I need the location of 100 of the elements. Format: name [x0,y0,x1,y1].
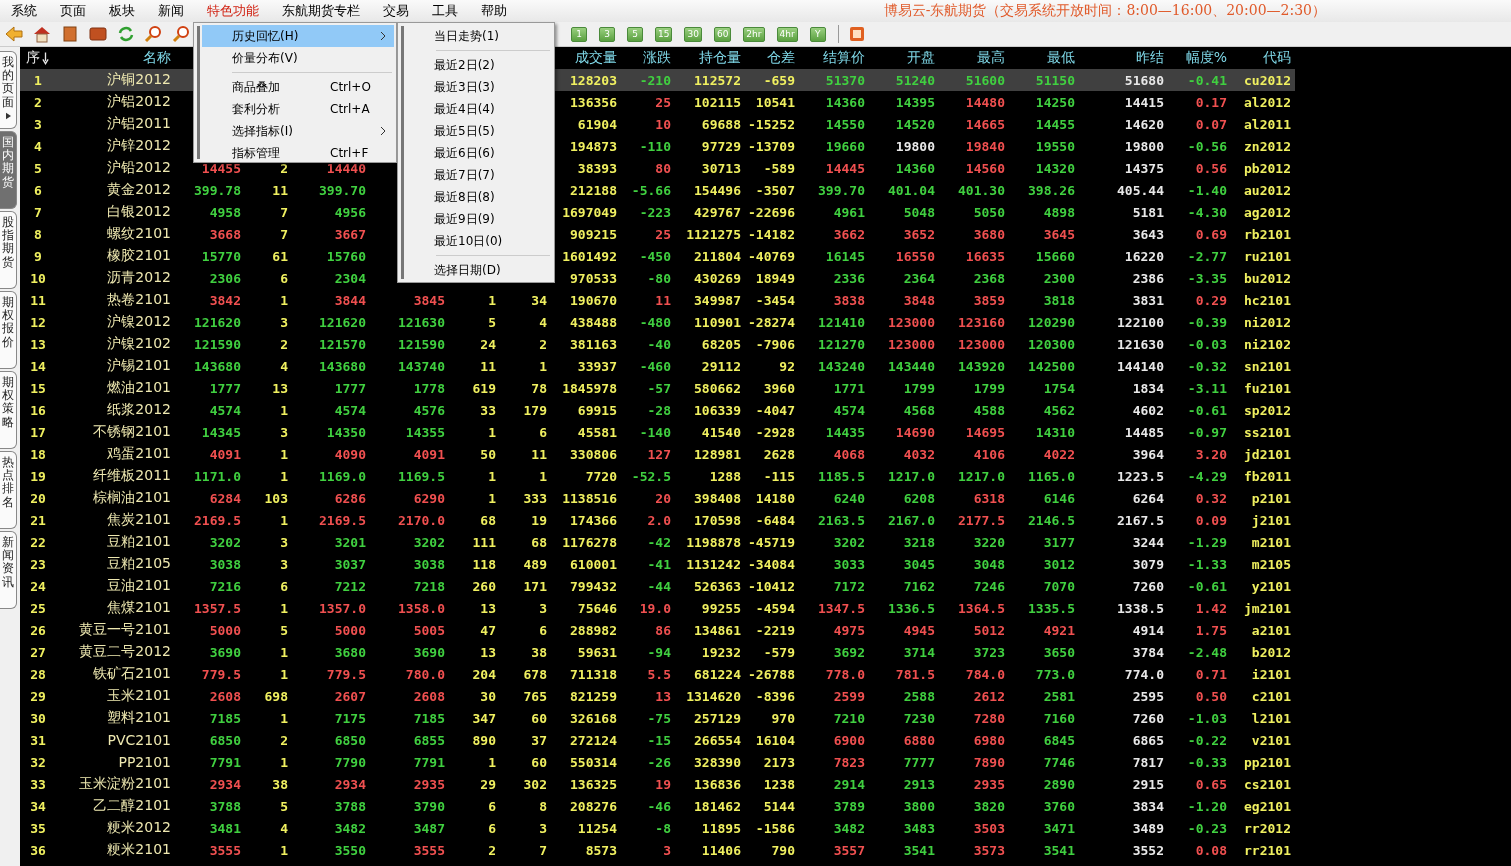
column-header[interactable]: 代码 [1263,49,1291,67]
table-cell: 4945 [903,622,935,638]
table-cell: 19232 [701,644,741,660]
table-cell: au2012 [1244,182,1291,198]
column-header[interactable]: 涨跌 [643,49,671,67]
table-cell: 燃油2101 [107,379,171,395]
table-cell: 2628 [763,446,795,462]
table-cell: 1777 [209,380,241,396]
table-cell: 4956 [334,204,366,220]
column-header[interactable]: 序 [26,49,40,67]
menu-item[interactable]: 当日走势(1) [406,25,552,47]
table-cell: 10 [655,116,671,132]
table-cell: 7216 [209,578,241,594]
table-cell: 3201 [334,534,366,550]
table-cell: fb2011 [1244,468,1291,484]
sort-down-icon [42,51,49,65]
table-cell: 3760 [1043,798,1075,814]
column-header[interactable]: 仓差 [767,49,795,67]
table-cell: 8 [539,798,547,814]
menu-item[interactable]: 商品叠加 Ctrl+O [202,76,394,98]
table-cell: 1 [488,490,496,506]
table-cell: 豆油2101 [107,577,171,593]
table-cell: 32 [30,754,46,770]
table-cell: 4091 [209,446,241,462]
table-cell: -140 [639,424,671,440]
table-cell: 3 [539,820,547,836]
table-cell: 3820 [973,798,1005,814]
menu-item[interactable]: 最近7日(7) [406,164,552,186]
menu-item[interactable]: 最近4日(4) [406,98,552,120]
zoom-in-icon[interactable] [144,25,164,43]
table-cell: 3220 [973,534,1005,550]
shortcut-label: Ctrl+A [330,102,370,116]
menu-bar-item[interactable]: 东航期货专栏 [271,2,372,20]
menu-item[interactable]: 最近5日(5) [406,120,552,142]
column-header[interactable]: 成交量 [575,49,617,67]
menu-item[interactable]: 最近6日(6) [406,142,552,164]
menu-bar-item[interactable]: 帮助 [470,2,519,20]
table-cell: 28 [30,666,46,682]
column-header[interactable]: 持仓量 [699,49,741,67]
menu-item[interactable]: 最近9日(9) [406,208,552,230]
menu-bar-item[interactable]: 板块 [98,2,147,20]
table-cell: 3244 [1132,534,1164,550]
table-cell: 3045 [903,556,935,572]
column-header[interactable]: 名称 [143,49,171,67]
column-header[interactable]: 最低 [1047,49,1075,67]
menu-item[interactable]: 最近10日(0) [406,230,552,252]
menu-bar-item[interactable]: 系统 [0,2,49,20]
table-cell: 3037 [334,556,366,572]
table-cell: 6 [280,578,288,594]
menu-bar-item[interactable]: 特色功能 [196,2,271,20]
menu-item[interactable]: 选择日期(D) [406,259,552,281]
table-cell: 3680 [973,226,1005,242]
table-cell: 11254 [577,820,617,836]
table-cell: 14180 [755,490,795,506]
menu-bar-item[interactable]: 新闻 [147,2,196,20]
table-cell: 1799 [973,380,1005,396]
table-cell: 106339 [694,402,741,418]
table-cell: 179 [523,402,547,418]
table-cell: 0.08 [1195,842,1227,858]
menu-item[interactable]: 价量分布(V) [202,47,394,69]
zoom-out-icon[interactable] [172,25,192,43]
table-cell: 2913 [903,776,935,792]
menu-item[interactable]: 最近3日(3) [406,76,552,98]
column-header[interactable]: 幅度% [1185,49,1227,67]
table-cell: 7823 [833,754,865,770]
menu-bar-item[interactable]: 交易 [372,2,421,20]
table-cell: 6850 [334,732,366,748]
side-tab[interactable]: 期权报价 [0,291,17,369]
back-arrow-icon[interactable] [4,25,24,43]
table-cell: 2170.0 [398,512,445,528]
side-tab[interactable]: 国内期货 [0,131,17,209]
menu-item[interactable]: 最近2日(2) [406,54,552,76]
menu-item[interactable]: 选择指标(I) [202,120,394,142]
table-cell: 3 [280,534,288,550]
column-header[interactable]: 开盘 [907,49,935,67]
table-cell: 68 [531,534,547,550]
side-tab[interactable]: 期权策略 [0,371,17,449]
table-cell: -8 [655,820,671,836]
menu-item[interactable]: 最近8日(8) [406,186,552,208]
table-cell: 260 [472,578,496,594]
column-header[interactable]: 最高 [977,49,1005,67]
side-tab[interactable]: 我的页面 [0,51,17,129]
column-header[interactable]: 结算价 [823,49,865,67]
menu-item[interactable]: 历史回忆(H) [202,25,394,47]
menu-bar-item[interactable]: 工具 [421,2,470,20]
side-tab[interactable]: 股指期货 [0,211,17,289]
side-tab[interactable]: 新闻资讯 [0,531,17,609]
table-cell: 610001 [570,556,617,572]
column-header[interactable]: 昨结 [1136,49,1164,67]
menu-item[interactable]: 套利分析 Ctrl+A [202,98,394,120]
side-tab-label: 股指期货 [2,216,14,269]
table-cell: 2364 [903,270,935,286]
table-cell: 3202 [413,534,445,550]
side-tab[interactable]: 热点排名 [0,451,17,529]
table-cell: 白银2012 [107,203,171,219]
table-cell: 30 [480,688,496,704]
table-cell: 136356 [570,94,617,110]
menu-bar-item[interactable]: 页面 [49,2,98,20]
refresh-icon[interactable] [116,25,136,43]
home-icon[interactable] [32,25,52,43]
